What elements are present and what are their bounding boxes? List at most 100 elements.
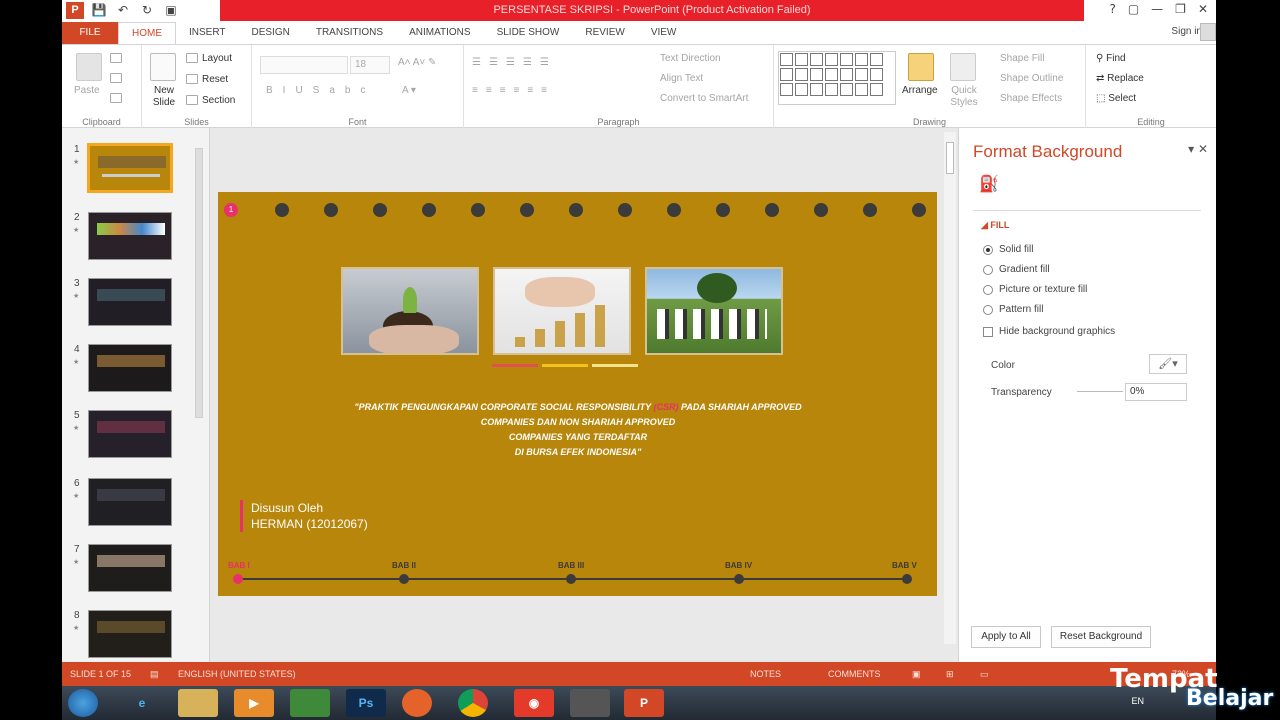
internet-explorer-icon[interactable]: e [122, 689, 162, 717]
align-text-button[interactable]: Align Text [660, 73, 703, 84]
color-picker-button[interactable]: 🖌▾ [1149, 354, 1187, 374]
layout-button[interactable]: Layout [202, 53, 232, 64]
photoshop-icon[interactable]: Ps [346, 689, 386, 717]
apply-to-all-button[interactable]: Apply to All [971, 626, 1041, 648]
slide-thumbnail[interactable]: 6 ★ [62, 478, 202, 530]
media-player-icon[interactable]: ▶ [234, 689, 274, 717]
firefox-icon[interactable] [402, 689, 432, 717]
tab-animations[interactable]: ANIMATIONS [396, 22, 483, 44]
restore-icon[interactable]: ❐ [1175, 2, 1186, 16]
sign-in-link[interactable]: Sign in [1171, 26, 1202, 37]
children-playing-image[interactable] [645, 267, 783, 355]
shape-fill-button[interactable]: Shape Fill [1000, 53, 1044, 64]
chrome-icon[interactable] [458, 689, 488, 717]
arrange-button[interactable]: Arrange [902, 85, 938, 96]
plant-in-hands-image[interactable] [341, 267, 479, 355]
shape-outline-button[interactable]: Shape Outline [1000, 73, 1063, 84]
picture-fill-label[interactable]: Picture or texture fill [999, 284, 1087, 295]
avatar[interactable] [1200, 23, 1216, 41]
notes-button[interactable]: NOTES [750, 669, 781, 679]
section-button[interactable]: Section [202, 95, 235, 106]
redo-icon[interactable]: ↻ [138, 2, 156, 19]
tab-review[interactable]: REVIEW [572, 22, 637, 44]
language-indicator[interactable]: ENGLISH (UNITED STATES) [178, 669, 296, 679]
slide-thumbnail[interactable]: 4 ★ [62, 344, 202, 396]
slide-title[interactable]: "PRAKTIK PENGUNGKAPAN CORPORATE SOCIAL R… [278, 400, 878, 460]
tab-insert[interactable]: INSERT [176, 22, 239, 44]
font-size-buttons[interactable]: A˄ A˅ ✎ [398, 57, 436, 68]
font-size-input[interactable]: 18 [350, 56, 390, 74]
help-icon[interactable]: ? [1109, 2, 1115, 16]
pane-options-icon[interactable]: ▾ [1188, 142, 1194, 156]
normal-view-icon[interactable]: ▣ [912, 669, 921, 680]
slide-thumbnail[interactable]: 2 ★ [62, 212, 202, 264]
tab-transitions[interactable]: TRANSITIONS [303, 22, 396, 44]
transparency-input[interactable]: 0% [1125, 383, 1187, 401]
slide-thumbnail[interactable]: 5 ★ [62, 410, 202, 462]
new-slide-icon[interactable] [150, 53, 176, 81]
font-name-input[interactable] [260, 56, 348, 74]
app-icon[interactable] [290, 689, 330, 717]
ribbon-display-icon[interactable]: ▢ [1128, 2, 1139, 16]
tab-slide-show[interactable]: SLIDE SHOW [484, 22, 573, 44]
slide-thumbnail[interactable]: 8 ★ [62, 610, 202, 662]
tab-home[interactable]: HOME [118, 22, 176, 44]
undo-icon[interactable]: ↶ [114, 2, 132, 19]
copy-icon[interactable] [110, 73, 122, 83]
slide-thumbnail[interactable]: 1 ★ [62, 143, 202, 196]
align-buttons[interactable]: ≡≡≡≡≡≡ [472, 85, 555, 96]
save-icon[interactable]: 💾 [90, 2, 108, 19]
current-slide[interactable]: 1 "PRAKTIK PENGUNGKAPAN CORPORATE SOCIAL… [218, 192, 937, 596]
hide-graphics-checkbox[interactable] [983, 327, 993, 337]
tab-view[interactable]: VIEW [638, 22, 690, 44]
close-pane-icon[interactable]: ✕ [1198, 142, 1208, 156]
tab-file[interactable]: FILE [62, 22, 118, 44]
font-color-button[interactable]: A ▾ [402, 85, 416, 96]
transparency-slider[interactable] [1077, 391, 1123, 392]
picture-fill-radio[interactable] [983, 285, 993, 295]
spellcheck-icon[interactable]: ▤ [150, 669, 159, 680]
comments-button[interactable]: COMMENTS [828, 669, 881, 679]
quick-styles-button[interactable]: Quick Styles [944, 85, 984, 109]
scroll-thumb[interactable] [195, 148, 203, 418]
shape-effects-button[interactable]: Shape Effects [1000, 93, 1062, 104]
convert-smartart-button[interactable]: Convert to SmartArt [660, 93, 748, 104]
arrange-icon[interactable] [908, 53, 934, 81]
solid-fill-radio[interactable] [983, 245, 993, 255]
tab-design[interactable]: DESIGN [239, 22, 303, 44]
reading-view-icon[interactable]: ▭ [980, 669, 989, 680]
present-icon[interactable]: ▣ [162, 2, 180, 19]
cut-icon[interactable] [110, 53, 122, 63]
font-style-buttons[interactable]: BIUSabc [266, 85, 375, 96]
find-button[interactable]: ⚲ Find [1096, 53, 1126, 64]
shapes-gallery[interactable] [778, 51, 896, 105]
powerpoint-taskbar-icon[interactable]: P [624, 689, 664, 717]
canvas-scrollbar[interactable] [944, 132, 956, 644]
pattern-fill-label[interactable]: Pattern fill [999, 304, 1043, 315]
author-textbox[interactable]: Disusun Oleh HERMAN (12012067) [240, 500, 368, 532]
fill-section-header[interactable]: ◢ FILL [981, 220, 1009, 231]
new-slide-button[interactable]: New Slide [148, 85, 180, 109]
hide-graphics-label[interactable]: Hide background graphics [999, 326, 1115, 337]
recorder-icon[interactable]: ◉ [514, 689, 554, 717]
quick-styles-icon[interactable] [950, 53, 976, 81]
slide-thumbnail[interactable]: 7 ★ [62, 544, 202, 596]
replace-button[interactable]: ⇄ Replace [1096, 73, 1144, 84]
file-explorer-icon[interactable] [178, 689, 218, 717]
coin-stacks-image[interactable] [493, 267, 631, 355]
thumbnails-scrollbar[interactable] [194, 134, 204, 654]
slide-sorter-icon[interactable]: ⊞ [946, 669, 954, 680]
format-painter-icon[interactable] [110, 93, 122, 103]
paste-button[interactable]: Paste [74, 85, 100, 96]
paste-icon[interactable] [76, 53, 102, 81]
gradient-fill-radio[interactable] [983, 265, 993, 275]
slide-thumbnail[interactable]: 3 ★ [62, 278, 202, 330]
start-button-icon[interactable] [68, 689, 98, 717]
fill-bucket-icon[interactable]: ⛽ [979, 174, 999, 194]
pattern-fill-radio[interactable] [983, 305, 993, 315]
scroll-thumb[interactable] [946, 142, 954, 174]
reset-button[interactable]: Reset [202, 74, 228, 85]
list-buttons[interactable]: ☰☰☰☰☰ [472, 57, 557, 68]
minimize-icon[interactable]: — [1151, 2, 1163, 16]
close-icon[interactable]: ✕ [1198, 2, 1208, 16]
